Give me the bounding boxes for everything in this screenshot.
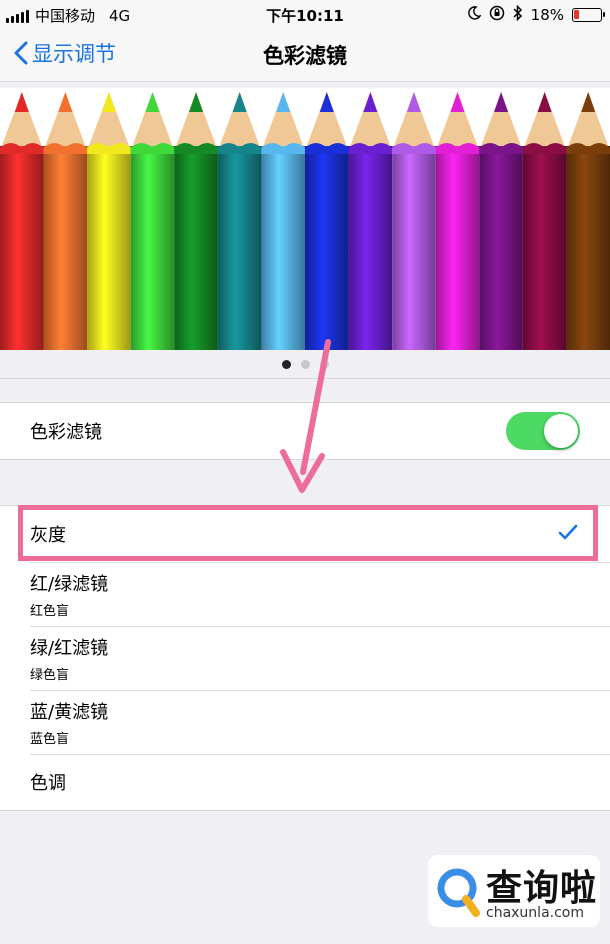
pencil — [305, 92, 349, 350]
battery-percent: 18% — [530, 6, 564, 24]
filter-option-label: 色调 — [30, 773, 66, 794]
color-filter-toggle-label: 色彩滤镜 — [30, 422, 102, 443]
filter-option-label: 蓝/黄滤镜 — [30, 701, 109, 723]
status-right: 18% — [467, 4, 605, 25]
divider — [0, 378, 610, 379]
colored-pencils-illustration — [0, 92, 610, 350]
filter-option-color-tint[interactable]: 色调 — [0, 754, 610, 810]
filter-options-list: 灰度 红/绿滤镜 红色盲 绿/红滤镜 绿色盲 蓝/黄滤镜 蓝色盲 色调 — [0, 505, 610, 811]
filter-option-grayscale[interactable]: 灰度 — [0, 506, 610, 562]
pencil — [261, 92, 305, 350]
watermark-url: chaxunla.com — [486, 905, 584, 921]
page-title: 色彩滤镜 — [263, 44, 347, 68]
pencil — [130, 92, 175, 350]
moon-icon — [467, 6, 482, 24]
pencil — [566, 92, 610, 350]
color-filter-toggle-switch[interactable] — [506, 412, 580, 450]
page-dot[interactable] — [319, 359, 329, 369]
watermark-logo: 查询啦 chaxunla.com — [428, 855, 600, 927]
filter-option-blue-yellow[interactable]: 蓝/黄滤镜 蓝色盲 — [0, 690, 610, 754]
navigation-bar: 显示调节 色彩滤镜 — [0, 30, 610, 82]
pencil — [0, 92, 44, 350]
color-preview-image[interactable] — [0, 88, 610, 350]
watermark-brand: 查询啦 — [486, 868, 598, 909]
page-indicator[interactable] — [0, 352, 610, 376]
pencil — [43, 92, 88, 350]
toggle-knob — [544, 414, 578, 448]
color-filter-toggle-row: 色彩滤镜 — [0, 403, 610, 459]
filter-option-green-red[interactable]: 绿/红滤镜 绿色盲 — [0, 626, 610, 690]
pencil — [87, 92, 131, 350]
filter-option-label: 红/绿滤镜 — [30, 573, 109, 595]
pencil — [217, 92, 262, 350]
page-dot[interactable] — [300, 359, 310, 369]
status-bar: 中国移动 4G 下午10:11 18% — [0, 0, 610, 30]
bluetooth-icon — [513, 4, 523, 25]
pencil — [392, 92, 436, 350]
battery-icon — [572, 8, 605, 22]
pencil — [348, 92, 393, 350]
filter-option-subtitle: 绿色盲 — [30, 667, 70, 683]
page-dot[interactable] — [281, 359, 291, 369]
search-logo-icon — [437, 868, 480, 917]
pencil — [479, 92, 523, 350]
filter-option-subtitle: 蓝色盲 — [30, 731, 70, 747]
checkmark-icon — [558, 524, 578, 540]
pencil — [435, 92, 480, 350]
pencil — [522, 92, 567, 350]
color-filter-toggle-group: 色彩滤镜 — [0, 402, 610, 460]
pencil — [174, 92, 218, 350]
filter-option-red-green[interactable]: 红/绿滤镜 红色盲 — [0, 562, 610, 626]
battery-level — [574, 10, 579, 19]
filter-option-subtitle: 红色盲 — [30, 603, 70, 619]
rotation-lock-icon — [489, 5, 505, 25]
filter-option-label: 灰度 — [30, 525, 66, 546]
filter-option-label: 绿/红滤镜 — [30, 637, 109, 659]
